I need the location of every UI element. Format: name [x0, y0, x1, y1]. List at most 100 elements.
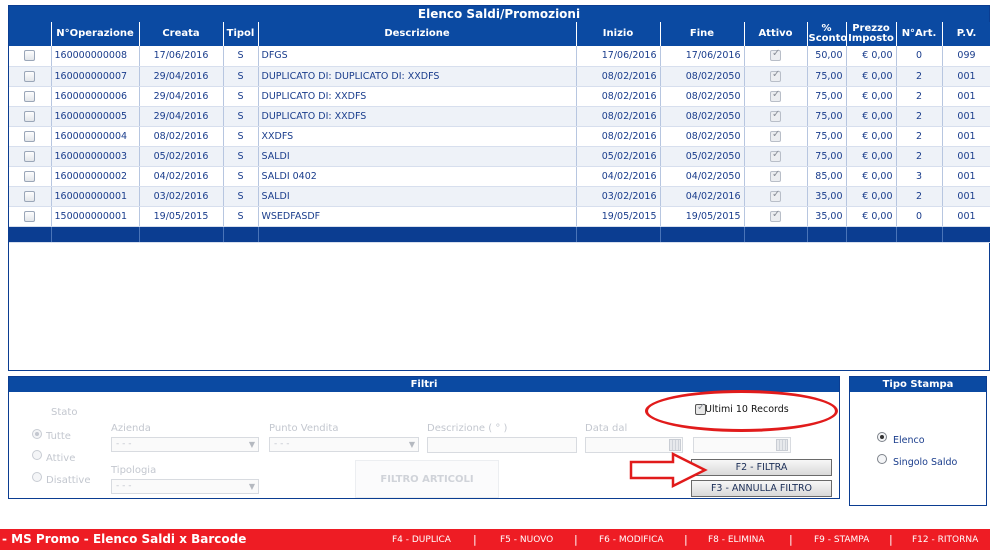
table-row[interactable]: 160000000007 29/04/2016 S DUPLICATO DI: …: [9, 66, 990, 87]
cell-art: 2: [896, 106, 943, 127]
cell-art: 0: [896, 46, 943, 67]
annulla-filtro-button[interactable]: F3 - ANNULLA FILTRO: [691, 480, 832, 497]
row-select-checkbox[interactable]: [24, 190, 36, 202]
table-body: 160000000008 17/06/2016 S DFGS 17/06/201…: [9, 46, 990, 243]
tipologia-label: Tipologia: [111, 465, 157, 476]
key-separator: |: [473, 533, 477, 546]
cell-tipo: S: [223, 166, 259, 187]
cell-creata: 17/06/2016: [139, 46, 224, 67]
cell-tipo: S: [223, 146, 259, 167]
row-select-checkbox[interactable]: [24, 210, 36, 222]
row-select-checkbox[interactable]: [24, 90, 36, 102]
header-sconto[interactable]: % Sconto: [807, 22, 847, 46]
filtro-articoli-button[interactable]: FILTRO ARTICOLI: [355, 460, 499, 498]
f12-ritorna-key[interactable]: F12 - RITORNA: [912, 535, 978, 545]
attivo-checkbox: [770, 89, 781, 102]
table-header-row: N°Operazione Creata Tipol Descrizione In…: [9, 22, 990, 46]
azienda-select[interactable]: - - - ▼: [111, 437, 259, 452]
f9-stampa-key[interactable]: F9 - STAMPA: [814, 535, 869, 545]
header-prezzo-imposto[interactable]: Prezzo Imposto: [846, 22, 897, 46]
cell-art: 2: [896, 146, 943, 167]
cell-inizio: 19/05/2015: [576, 206, 661, 227]
promo-table: N°Operazione Creata Tipol Descrizione In…: [9, 22, 990, 243]
attivo-checkbox: [770, 189, 781, 202]
row-select-checkbox[interactable]: [24, 150, 36, 162]
punto-vendita-label: Punto Vendita: [269, 423, 339, 434]
f4-duplica-key[interactable]: F4 - DUPLICA: [392, 535, 451, 545]
table-row[interactable]: 160000000003 05/02/2016 S SALDI 05/02/20…: [9, 146, 990, 167]
cell-fine: 08/02/2050: [660, 126, 745, 147]
header-attivo[interactable]: Attivo: [744, 22, 808, 46]
cell-num: 160000000001: [51, 186, 140, 207]
key-separator: |: [789, 533, 793, 546]
cell-prezzo: € 0,00: [846, 86, 897, 107]
table-row[interactable]: 160000000002 04/02/2016 S SALDI 0402 04/…: [9, 166, 990, 187]
cell-art: 0: [896, 206, 943, 227]
calendar-icon[interactable]: [776, 439, 788, 451]
cell-descrizione: XXDFS: [258, 126, 577, 147]
table-row[interactable]: 160000000006 29/04/2016 S DUPLICATO DI: …: [9, 86, 990, 107]
tipo-stampa-panel: Tipo Stampa Elenco Singolo Saldo: [849, 376, 987, 506]
cell-fine: 08/02/2050: [660, 86, 745, 107]
table-row[interactable]: 160000000001 03/02/2016 S SALDI 03/02/20…: [9, 186, 990, 207]
cell-creata: 08/02/2016: [139, 126, 224, 147]
annotation-arrow-icon: [629, 452, 708, 489]
tipo-singolo-radio[interactable]: [877, 454, 887, 464]
row-select-checkbox[interactable]: [24, 170, 36, 182]
header-num-art[interactable]: N°Art.: [896, 22, 943, 46]
cell-prezzo: € 0,00: [846, 186, 897, 207]
attivo-checkbox: [770, 48, 781, 62]
cell-pv: 001: [942, 206, 990, 227]
cell-tipo: S: [223, 106, 259, 127]
cell-fine: 17/06/2016: [660, 46, 745, 67]
cell-art: 2: [896, 86, 943, 107]
stato-attive-radio[interactable]: [32, 450, 42, 460]
tipo-elenco-label: Elenco: [893, 435, 925, 446]
filtra-button[interactable]: F2 - FILTRA: [691, 459, 832, 476]
cell-num: 160000000007: [51, 66, 140, 87]
punto-vendita-select[interactable]: - - - ▼: [269, 437, 419, 452]
f6-modifica-key[interactable]: F6 - MODIFICA: [599, 535, 664, 545]
table-row[interactable]: 160000000004 08/02/2016 S XXDFS 08/02/20…: [9, 126, 990, 147]
cell-prezzo: € 0,00: [846, 126, 897, 147]
header-descrizione[interactable]: Descrizione: [258, 22, 577, 46]
row-select-checkbox[interactable]: [24, 130, 36, 142]
tipo-elenco-radio[interactable]: [877, 432, 887, 442]
f5-nuovo-key[interactable]: F5 - NUOVO: [500, 535, 553, 545]
cell-sconto: 85,00: [807, 166, 847, 187]
tipologia-select[interactable]: - - - ▼: [111, 479, 259, 494]
attivo-checkbox: [770, 209, 781, 222]
cell-pv: 001: [942, 106, 990, 127]
cell-inizio: 05/02/2016: [576, 146, 661, 167]
row-select-checkbox[interactable]: [24, 50, 36, 62]
cell-fine: 04/02/2016: [660, 186, 745, 207]
cell-sconto: 75,00: [807, 126, 847, 147]
stato-tutte-radio[interactable]: [32, 429, 42, 439]
row-select-checkbox[interactable]: [24, 70, 36, 82]
f8-elimina-key[interactable]: F8 - ELIMINA: [708, 535, 765, 545]
header-num-operazione[interactable]: N°Operazione: [51, 22, 140, 46]
header-pv[interactable]: P.V.: [942, 22, 990, 46]
cell-sconto: 75,00: [807, 66, 847, 87]
header-creata[interactable]: Creata: [139, 22, 224, 46]
stato-disattive-radio[interactable]: [32, 472, 42, 482]
cell-creata: 05/02/2016: [139, 146, 224, 167]
attivo-checkbox: [770, 69, 781, 82]
table-row[interactable]: 150000000001 19/05/2015 S WSEDFASDF 19/0…: [9, 206, 990, 227]
calendar-icon[interactable]: [669, 439, 681, 451]
header-fine[interactable]: Fine: [660, 22, 745, 46]
cell-sconto: 75,00: [807, 146, 847, 167]
cell-pv: 099: [942, 46, 990, 67]
descrizione-input[interactable]: [427, 437, 577, 453]
table-row[interactable]: 160000000008 17/06/2016 S DFGS 17/06/201…: [9, 46, 990, 67]
table-row[interactable]: 160000000005 29/04/2016 S DUPLICATO DI: …: [9, 106, 990, 127]
row-select-checkbox[interactable]: [24, 110, 36, 122]
cell-fine: 08/02/2050: [660, 106, 745, 127]
cell-pv: 001: [942, 146, 990, 167]
cell-creata: 19/05/2015: [139, 206, 224, 227]
cell-fine: 05/02/2050: [660, 146, 745, 167]
cell-prezzo: € 0,00: [846, 66, 897, 87]
header-tipo[interactable]: Tipol: [223, 22, 259, 46]
header-inizio[interactable]: Inizio: [576, 22, 661, 46]
cell-tipo: S: [223, 206, 259, 227]
